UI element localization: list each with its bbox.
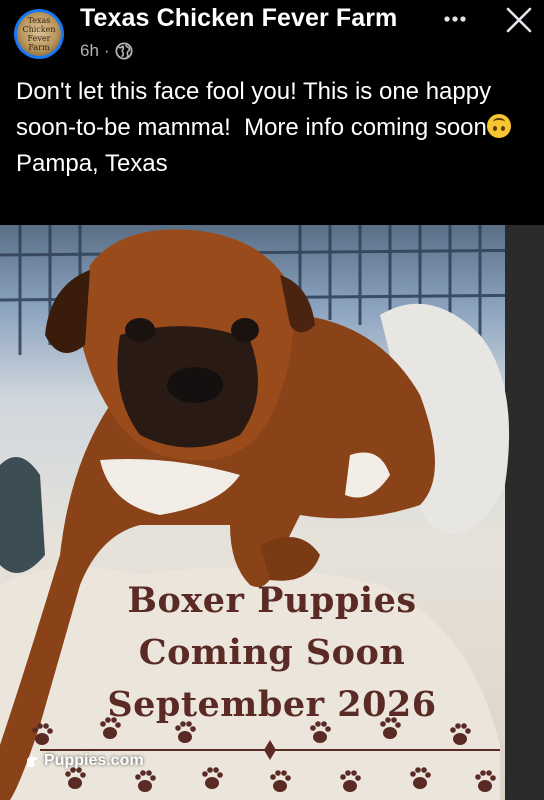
post-photo[interactable]: Boxer Puppies Coming Soon September 2026 xyxy=(0,225,544,800)
watermark-text: Puppies.com xyxy=(44,752,144,769)
post-text-main: Don't let this face fool you! This is on… xyxy=(16,74,536,146)
puppies-watermark: Puppies.com xyxy=(24,752,144,770)
page-avatar[interactable]: Texas Chicken Fever Farm xyxy=(14,9,64,59)
upside-down-face-icon xyxy=(486,114,511,138)
post-header: Texas Chicken Fever Farm Texas Chicken F… xyxy=(0,0,544,70)
more-options-button[interactable] xyxy=(440,6,470,32)
page-name-link[interactable]: Texas Chicken Fever Farm xyxy=(80,4,397,33)
post-body-text: Don't let this face fool you! This is on… xyxy=(16,78,498,141)
close-button[interactable] xyxy=(505,6,533,34)
overlay-title-line2: Coming Soon xyxy=(138,632,406,673)
dog-icon xyxy=(27,755,38,767)
post-meta: 6h · xyxy=(80,41,133,61)
globe-icon xyxy=(115,42,133,60)
meta-separator: · xyxy=(103,41,110,60)
post-timestamp[interactable]: 6h xyxy=(80,41,99,61)
paw-prints-decoration xyxy=(32,717,500,792)
post-location: Pampa, Texas xyxy=(16,150,168,177)
post-message: Don't let this face fool you! This is on… xyxy=(16,74,536,182)
avatar-logo: Texas Chicken Fever Farm xyxy=(17,12,61,56)
overlay-title-line1: Boxer Puppies xyxy=(127,580,417,621)
